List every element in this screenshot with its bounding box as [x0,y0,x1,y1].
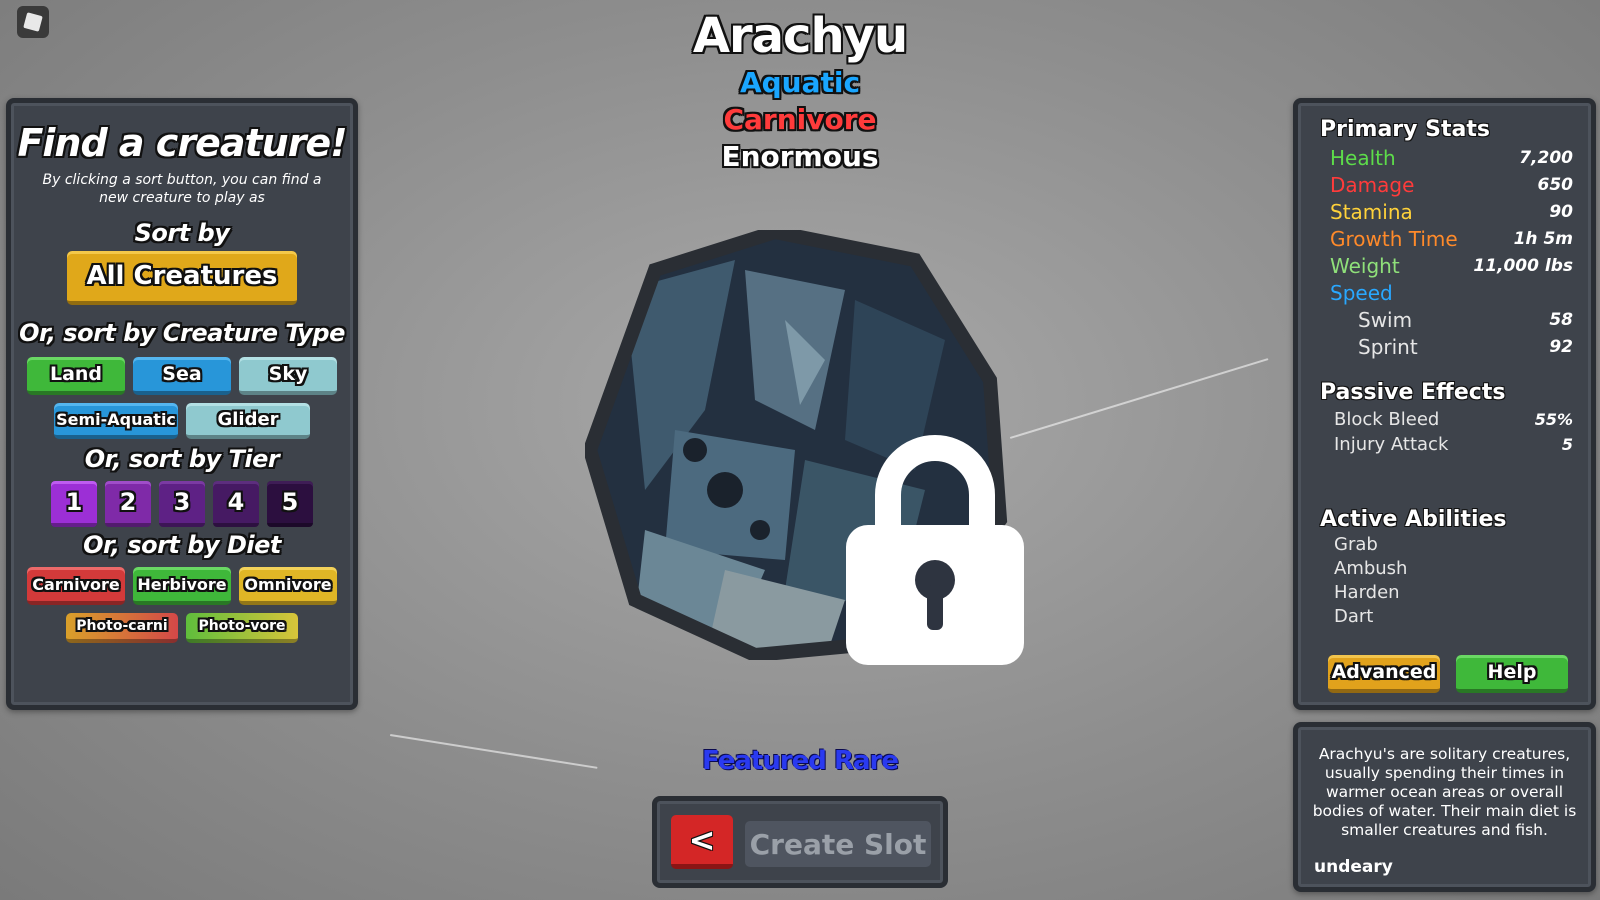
panel-title: Find a creature! [17,121,347,165]
stat-sprint: Sprint 92 [1320,333,1573,360]
passive-effect-row: Block Bleed 55% [1320,407,1573,432]
stat-growth-label: Growth Time [1330,226,1458,251]
stat-sprint-value: 92 [1549,336,1573,357]
diet-herbivore-button[interactable]: Herbivore [133,567,231,605]
passive-effect-value: 55% [1534,410,1573,429]
stat-growth-time: Growth Time 1h 5m [1320,225,1573,252]
stat-sprint-label: Sprint [1358,334,1418,359]
passive-effect-label: Block Bleed [1334,409,1440,430]
stat-damage-value: 650 [1537,174,1574,195]
help-button[interactable]: Help [1456,655,1568,693]
diet-omnivore-button[interactable]: Omnivore [239,567,337,605]
background-streak [1009,358,1269,439]
stat-damage-label: Damage [1330,172,1415,197]
type-semi-aquatic-button[interactable]: Semi-Aquatic [54,403,178,439]
lock-icon [846,435,1024,665]
creature-size: Enormous [721,140,879,173]
tier-5-button[interactable]: 5 [267,481,313,527]
description-panel: Arachyu's are solitary creatures, usuall… [1293,722,1596,892]
find-creature-panel: Find a creature! By clicking a sort butt… [6,98,358,710]
stat-speed-label: Speed [1330,280,1393,305]
creature-diet: Carnivore [723,103,877,136]
roblox-menu-icon[interactable] [17,6,49,38]
stat-weight-value: 11,000 lbs [1473,255,1573,276]
stat-health: Health 7,200 [1320,144,1573,171]
all-creatures-button[interactable]: All Creatures [67,251,297,305]
panel-subtitle: By clicking a sort button, you can find … [42,172,322,206]
stats-panel: Primary Stats Health 7,200 Damage 650 St… [1293,98,1596,710]
tier-2-button[interactable]: 2 [105,481,151,527]
tier-1-button[interactable]: 1 [51,481,97,527]
passive-effects-heading: Passive Effects [1320,380,1506,405]
passive-effect-value: 5 [1561,435,1573,454]
bottom-action-bar: < Create Slot [652,796,948,888]
diet-carnivore-button[interactable]: Carnivore [27,567,125,605]
type-glider-button[interactable]: Glider [186,403,310,439]
passive-effect-row: Injury Attack 5 [1320,432,1573,457]
diet-heading: Or, sort by Diet [83,531,281,559]
stat-growth-value: 1h 5m [1513,228,1573,249]
passive-effect-label: Injury Attack [1334,434,1449,455]
creature-description: Arachyu's are solitary creatures, usuall… [1312,745,1577,839]
type-sea-button[interactable]: Sea [133,357,231,395]
stat-damage: Damage 650 [1320,171,1573,198]
stat-weight-label: Weight [1330,253,1400,278]
stat-stamina-value: 90 [1549,201,1573,222]
active-abilities-heading: Active Abilities [1320,507,1507,532]
creature-type-heading: Or, sort by Creature Type [19,319,345,347]
creator-name: undeary [1314,857,1393,877]
stat-health-label: Health [1330,145,1396,170]
stat-stamina-label: Stamina [1330,199,1413,224]
advanced-button[interactable]: Advanced [1328,655,1440,693]
back-button[interactable]: < [671,815,733,869]
ability-item: Harden [1334,582,1400,603]
creature-habitat: Aquatic [739,66,861,99]
primary-stats-heading: Primary Stats [1320,117,1490,142]
background-streak [389,734,598,769]
stat-health-value: 7,200 [1519,147,1573,168]
type-land-button[interactable]: Land [27,357,125,395]
stat-speed: Speed [1320,279,1573,306]
stat-stamina: Stamina 90 [1320,198,1573,225]
stat-swim: Swim 58 [1320,306,1573,333]
type-sky-button[interactable]: Sky [239,357,337,395]
ability-item: Dart [1334,606,1374,627]
tier-3-button[interactable]: 3 [159,481,205,527]
creature-name: Arachyu [692,8,908,64]
featured-rare-label: Featured Rare [702,746,899,776]
stat-weight: Weight 11,000 lbs [1320,252,1573,279]
ability-item: Ambush [1334,558,1408,579]
diet-photo-carni-button[interactable]: Photo-carni [66,613,178,643]
stat-swim-value: 58 [1549,309,1573,330]
create-slot-button[interactable]: Create Slot [745,821,931,867]
tier-4-button[interactable]: 4 [213,481,259,527]
tier-heading: Or, sort by Tier [84,445,280,473]
ability-item: Grab [1334,534,1378,555]
diet-photo-vore-button[interactable]: Photo-vore [186,613,298,643]
sort-by-heading: Sort by [134,219,230,247]
stat-swim-label: Swim [1358,307,1413,332]
